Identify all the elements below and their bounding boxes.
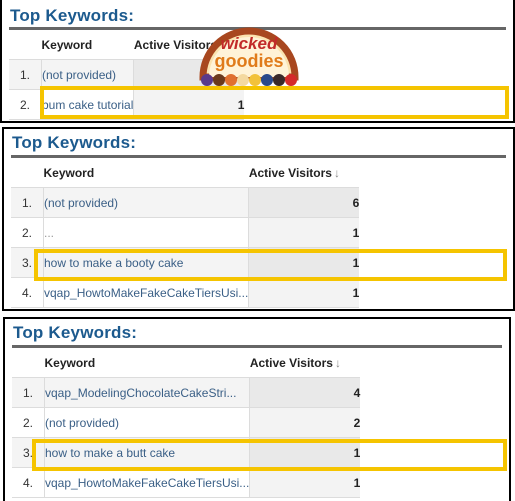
row-visitors: 1 — [248, 217, 360, 248]
row-visitors: 4 — [249, 377, 361, 408]
row-keyword-link[interactable]: bum cake tutorial — [41, 89, 134, 120]
row-rank: 2. — [12, 407, 45, 438]
keywords-table: Keyword Active Visitors↓ 1. (not provide… — [11, 158, 360, 308]
table-row: 2. (not provided) 2 — [12, 407, 361, 438]
active-visitors-column-header[interactable]: Active Visitors↓ — [248, 158, 360, 188]
row-keyword-link[interactable]: how to make a booty cake — [43, 247, 249, 278]
keyword-column-header[interactable]: Keyword — [44, 348, 250, 378]
row-rank: 1. — [9, 59, 42, 90]
panel-title: Top Keywords: — [13, 323, 138, 342]
row-rank: 3. — [11, 247, 44, 278]
active-visitors-label: Active Visitors — [249, 355, 333, 370]
row-rank: 1. — [11, 187, 44, 218]
row-rank: 1. — [12, 377, 45, 408]
rank-column-header — [9, 30, 42, 60]
row-keyword-link[interactable]: vqap_HowtoMakeFakeCakeTiersUsi... — [43, 277, 249, 308]
table-row: 1. (not provided) 6 — [11, 187, 360, 218]
table-row: 1. vqap_ModelingChocolateCakeStri... 4 — [12, 377, 361, 408]
row-rank: 3. — [12, 437, 45, 468]
row-keyword-link[interactable]: ... — [43, 217, 249, 248]
row-visitors: 2 — [249, 407, 361, 438]
row-keyword-link[interactable]: (not provided) — [41, 59, 134, 90]
table-row: 4. vqap_HowtoMakeFakeCakeTiersUsi... 1 — [12, 467, 361, 498]
table-row: 2. bum cake tutorial 1 — [9, 89, 245, 120]
table-row: 3. how to make a butt cake 1 — [12, 437, 361, 468]
top-keywords-panel-1: Top Keywords: Keyword Active Visitors↓ 1… — [0, 0, 515, 123]
row-rank: 2. — [9, 89, 42, 120]
arrow-down-icon: ↓ — [333, 165, 340, 180]
active-visitors-label: Active Visitors — [248, 165, 332, 180]
keyword-column-header[interactable]: Keyword — [43, 158, 249, 188]
row-keyword-link[interactable]: how to make a butt cake — [44, 437, 250, 468]
keywords-table: Keyword Active Visitors ↓ 1. vqap_Modelin… — [12, 348, 361, 498]
panel-title: Top Keywords: — [12, 133, 137, 152]
row-visitors: 1 — [248, 247, 360, 278]
row-keyword-link[interactable]: (not provided) — [43, 187, 249, 218]
panel-title: Top Keywords: — [10, 6, 135, 25]
top-keywords-panel-3: Top Keywords: Keyword Active Visitors ↓ 1… — [3, 317, 511, 501]
row-visitors: 1 — [249, 467, 361, 498]
table-row: 4. vqap_HowtoMakeFakeCakeTiersUsi... 1 — [11, 277, 360, 308]
row-rank: 2. — [11, 217, 44, 248]
row-rank: 4. — [12, 467, 45, 498]
row-keyword-link[interactable]: vqap_HowtoMakeFakeCakeTiersUsi... — [44, 467, 250, 498]
row-rank: 4. — [11, 277, 44, 308]
table-row: 3. how to make a booty cake 1 — [11, 247, 360, 278]
top-keywords-panel-2: Top Keywords: Keyword Active Visitors ↓ 1… — [2, 127, 515, 311]
row-keyword-link[interactable]: (not provided) — [44, 407, 250, 438]
row-visitors: 1 — [133, 89, 245, 120]
row-visitors: 1 — [249, 437, 361, 468]
active-visitors-column-header[interactable]: Active Visitors↓ — [249, 348, 361, 378]
rank-column-header — [11, 158, 44, 188]
table-row: 2. ... 1 — [11, 217, 360, 248]
keyword-column-header[interactable]: Keyword — [41, 30, 134, 60]
table-header-row: Keyword Active Visitors↓ — [12, 348, 361, 378]
arrow-down-icon: ↓ — [334, 355, 341, 370]
logo-text-line2: goodies — [214, 51, 283, 71]
row-visitors: 6 — [248, 187, 360, 218]
row-keyword-link[interactable]: vqap_ModelingChocolateCakeStri... — [44, 377, 250, 408]
table-header-row: Keyword Active Visitors↓ — [11, 158, 360, 188]
rank-column-header — [12, 348, 45, 378]
row-visitors: 1 — [248, 277, 360, 308]
wicked-goodies-logo: wicked goodies — [199, 27, 299, 86]
